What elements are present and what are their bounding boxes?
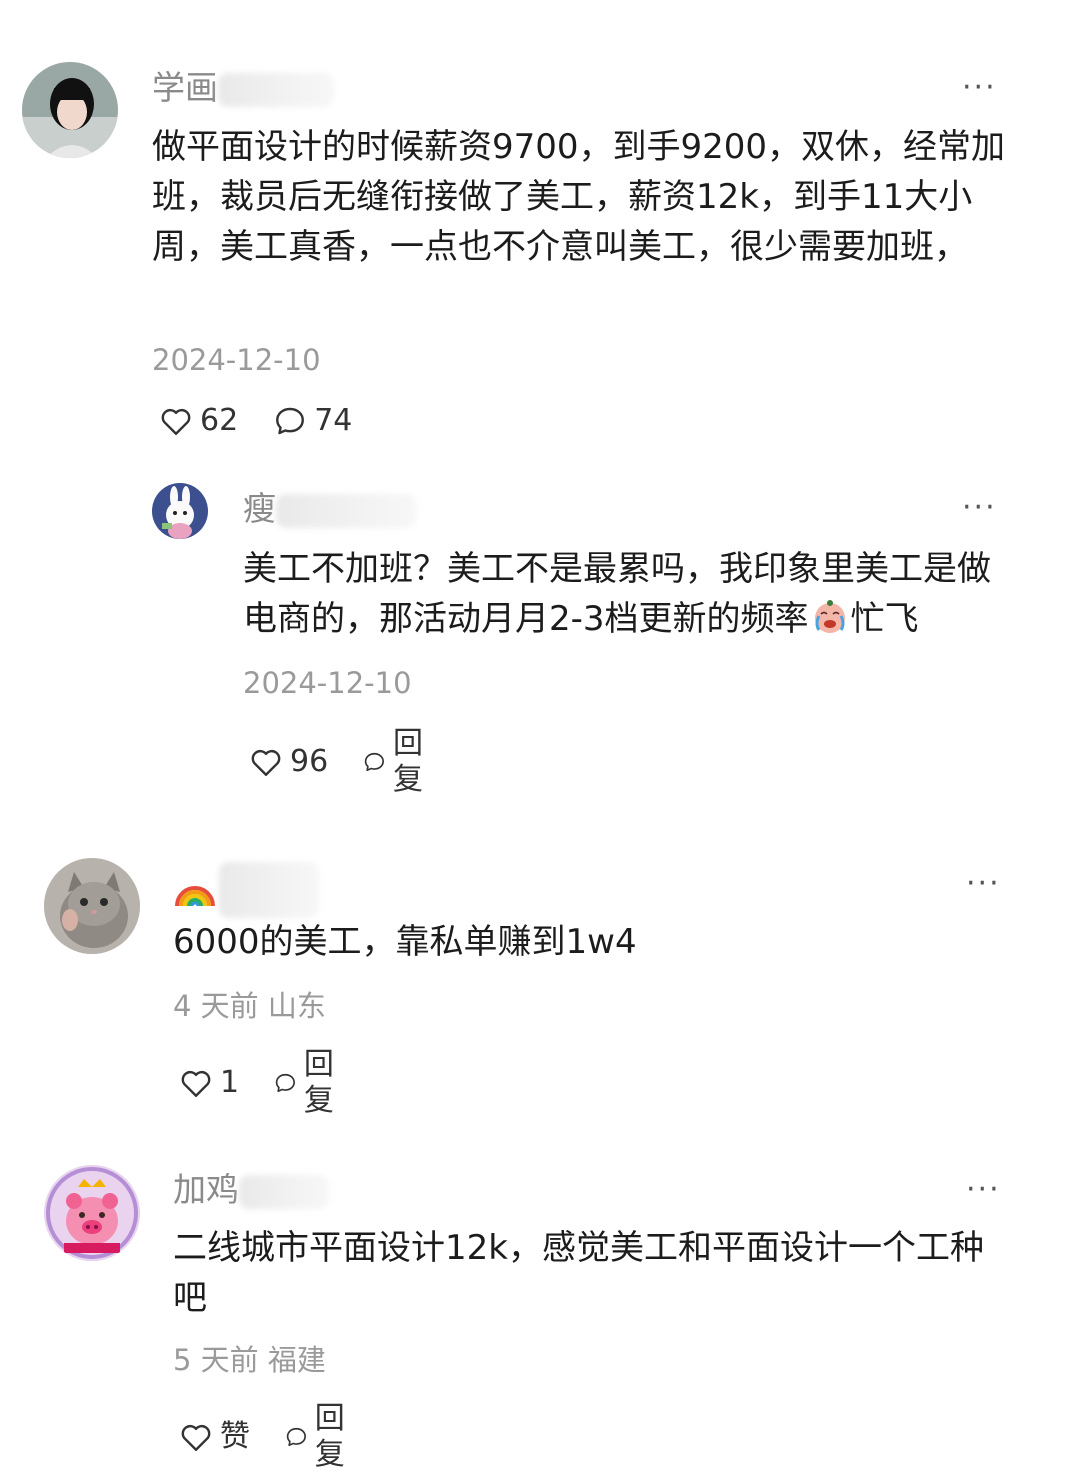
heart-icon <box>251 749 281 776</box>
like-count: 96 <box>290 744 329 779</box>
avatar[interactable] <box>152 483 208 539</box>
username[interactable]: 瘦 <box>243 489 416 529</box>
like-button[interactable]: 96 <box>248 744 328 780</box>
like-button[interactable]: 赞 <box>178 1419 250 1455</box>
more-icon[interactable]: ··· <box>962 493 997 523</box>
like-count: 1 <box>220 1065 240 1100</box>
username[interactable] <box>173 862 319 918</box>
comment-bubble-icon <box>286 1427 306 1447</box>
heart-icon <box>181 1070 211 1097</box>
pig-avatar-icon <box>44 1165 140 1261</box>
reply-count: 74 <box>314 403 353 438</box>
comment-bubble-icon <box>276 407 305 435</box>
comment-text: 做平面设计的时候薪资9700，到手9200，双休，经常加班，裁员后无缝衔接做了美… <box>152 127 1006 267</box>
like-button[interactable]: 62 <box>158 403 238 439</box>
like-button[interactable]: 1 <box>178 1065 239 1101</box>
reply-label: 回复 <box>314 1401 345 1472</box>
reply-count-button[interactable]: 74 <box>272 403 352 439</box>
comment-meta: 4 天前 山东 <box>173 989 326 1023</box>
reply-button[interactable]: 回复 <box>284 1401 356 1473</box>
reply-button[interactable]: 回复 <box>273 1047 345 1119</box>
comment-bubble-icon <box>275 1073 296 1093</box>
like-label: 赞 <box>220 1419 250 1454</box>
more-icon[interactable]: ··· <box>966 869 1001 899</box>
user-photo-icon <box>22 62 118 158</box>
comment-text: 二线城市平面设计12k，感觉美工和平面设计一个工种吧 <box>173 1228 984 1318</box>
heart-icon <box>181 1424 211 1451</box>
reply-date: 2024-12-10 <box>243 666 412 700</box>
reply-actions: 96 回复 <box>248 726 434 798</box>
bunny-avatar-icon <box>152 483 208 539</box>
rainbow-emoji-icon <box>175 886 215 907</box>
comment-actions: 1 回复 <box>178 1047 345 1119</box>
reply-label: 回复 <box>392 726 423 797</box>
more-icon[interactable]: ··· <box>966 1175 1001 1205</box>
username[interactable]: 学画 <box>152 68 334 108</box>
heart-icon <box>161 408 191 435</box>
cat-avatar-icon <box>44 858 140 954</box>
crying-emoji-icon <box>814 600 845 633</box>
comment-actions: 赞 回复 <box>178 1401 356 1473</box>
comment-text: 6000的美工，靠私单赚到1w4 <box>173 922 637 962</box>
more-icon[interactable]: ··· <box>962 73 997 103</box>
avatar[interactable] <box>44 1165 140 1261</box>
username[interactable]: 加鸡 <box>173 1170 329 1210</box>
like-count: 62 <box>200 403 239 438</box>
reply-button[interactable]: 回复 <box>362 726 434 798</box>
avatar[interactable] <box>44 858 140 954</box>
reply-text: 美工不加班？美工不是最累吗，我印象里美工是做电商的，那活动月月2-3档更新的频率… <box>243 549 991 639</box>
avatar[interactable] <box>22 62 118 158</box>
reply-label: 回复 <box>303 1047 334 1118</box>
comment-date: 2024-12-10 <box>152 343 321 377</box>
comment-bubble-icon <box>364 752 385 772</box>
comment-actions: 62 74 <box>158 403 352 439</box>
comment-meta: 5 天前 福建 <box>173 1343 326 1377</box>
